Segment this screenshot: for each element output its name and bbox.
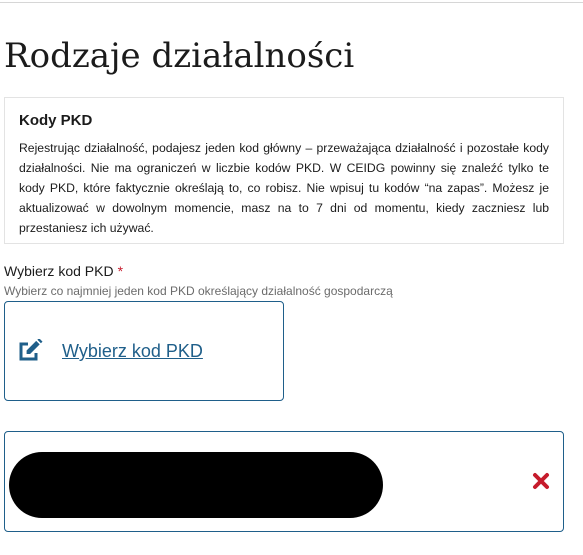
top-divider: [0, 2, 583, 3]
info-box-text: Rejestrując działalność, podajesz jeden …: [19, 141, 549, 235]
remove-pkd-button[interactable]: [530, 472, 552, 494]
required-marker: *: [117, 263, 124, 279]
edit-icon: [18, 339, 44, 363]
pkd-field-label-text: Wybierz kod PKD: [4, 263, 114, 279]
close-icon: [532, 472, 550, 495]
select-pkd-link[interactable]: Wybierz kod PKD: [62, 340, 203, 362]
info-box-title: Kody PKD: [19, 112, 93, 129]
pkd-field-hint: Wybierz co najmniej jeden kod PKD określ…: [4, 284, 393, 298]
redacted-value: [9, 452, 383, 518]
select-pkd-button[interactable]: Wybierz kod PKD: [4, 301, 284, 401]
pkd-field-label: Wybierz kod PKD *: [4, 262, 123, 280]
selected-pkd-item: [4, 431, 564, 532]
page-title: Rodzaje działalności: [4, 36, 355, 76]
info-box: Kody PKD Rejestrując działalność, podaje…: [4, 97, 564, 244]
